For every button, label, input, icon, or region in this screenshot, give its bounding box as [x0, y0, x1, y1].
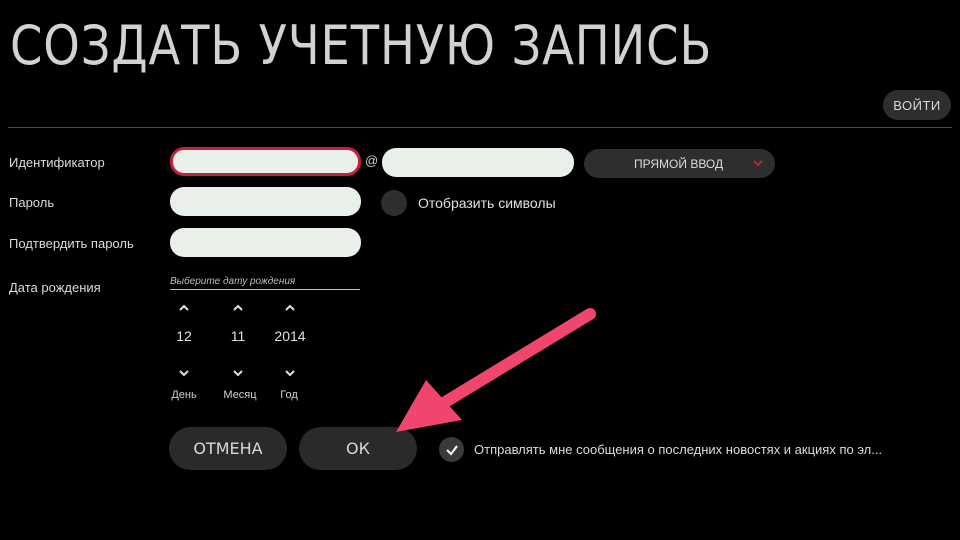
month-down-icon[interactable] [231, 368, 245, 378]
birthdate-hint: Выберите дату рождения [170, 276, 360, 290]
birthdate-label: Дата рождения [9, 280, 101, 295]
pointer-arrow-icon [396, 308, 596, 432]
password-label: Пароль [9, 195, 55, 210]
month-label: Месяц [223, 389, 257, 401]
year-value: 2014 [274, 328, 306, 344]
domain-input[interactable] [382, 148, 574, 177]
day-label: День [171, 389, 197, 401]
ok-button[interactable]: ОК [299, 427, 417, 470]
day-down-icon[interactable] [177, 368, 191, 378]
year-up-icon[interactable] [283, 303, 297, 313]
id-input[interactable] [170, 147, 361, 176]
show-chars-toggle[interactable] [381, 190, 407, 216]
show-chars-label: Отобразить символы [418, 195, 556, 211]
password-input[interactable] [170, 187, 361, 216]
id-label: Идентификатор [9, 155, 105, 170]
month-value: 11 [230, 328, 246, 344]
year-down-icon[interactable] [283, 368, 297, 378]
month-up-icon[interactable] [231, 303, 245, 313]
confirm-password-input[interactable] [170, 228, 361, 257]
confirm-password-label: Подтвердить пароль [9, 236, 134, 251]
year-label: Год [280, 389, 298, 401]
newsletter-checkbox[interactable] [439, 437, 464, 462]
cancel-button[interactable]: ОТМЕНА [169, 427, 287, 470]
chevron-down-icon [753, 160, 763, 167]
at-symbol: @ [365, 153, 379, 168]
login-button[interactable]: ВОЙТИ [883, 90, 951, 120]
domain-mode-label: ПРЯМОЙ ВВОД [634, 156, 724, 171]
day-value: 12 [176, 328, 192, 344]
check-icon [445, 444, 458, 456]
header-divider [8, 127, 952, 128]
newsletter-label: Отправлять мне сообщения о последних нов… [474, 442, 883, 457]
page-title: СОЗДАТЬ УЧЕТНУЮ ЗАПИСЬ [10, 14, 713, 77]
day-up-icon[interactable] [177, 303, 191, 313]
domain-mode-dropdown[interactable]: ПРЯМОЙ ВВОД [584, 149, 775, 178]
